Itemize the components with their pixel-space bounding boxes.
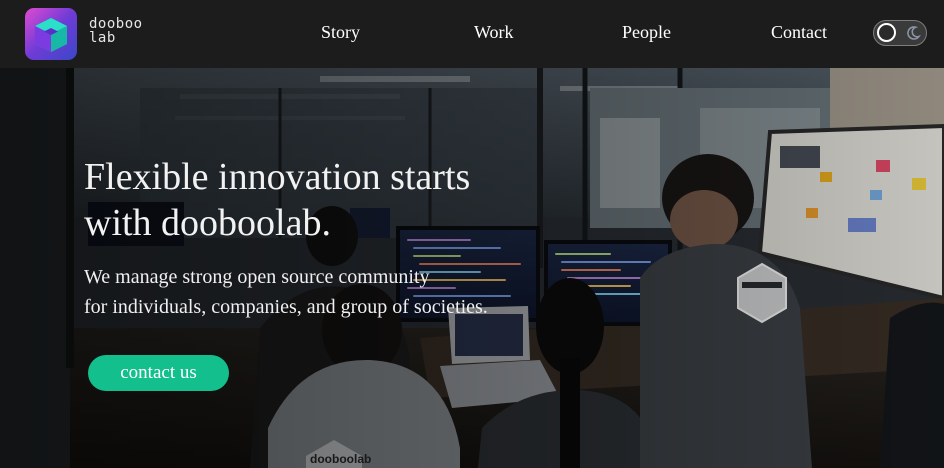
- logo-cube-icon: [25, 8, 77, 60]
- hero-heading: Flexible innovation starts with dooboola…: [84, 154, 604, 246]
- hero-heading-line2: with dooboolab.: [84, 202, 331, 244]
- hero-section: dooboolab Flexible innovation starts wit…: [0, 68, 944, 468]
- brand-logo[interactable]: dooboo lab: [25, 8, 155, 60]
- hero-subtitle-line1: We manage strong open source community: [84, 266, 430, 288]
- hero-subtitle: We manage strong open source community f…: [84, 262, 604, 322]
- hero-heading-line1: Flexible innovation starts: [84, 156, 471, 198]
- nav-work-link[interactable]: Work: [474, 20, 514, 44]
- contact-us-button[interactable]: contact us: [88, 355, 229, 391]
- brand-wordmark: dooboo lab: [89, 17, 143, 45]
- brand-name-line2: lab: [89, 30, 116, 46]
- nav-people-link[interactable]: People: [622, 20, 671, 44]
- top-navbar: dooboo lab Story Work People Contact: [0, 0, 944, 68]
- circle-knob-icon: [877, 23, 896, 42]
- nav-contact-link[interactable]: Contact: [771, 20, 827, 44]
- nav-story-link[interactable]: Story: [321, 20, 360, 44]
- moon-icon: [907, 26, 921, 40]
- hero-subtitle-line2: for individuals, companies, and group of…: [84, 296, 488, 318]
- theme-toggle-switch[interactable]: [873, 20, 927, 46]
- brand-name-line1: dooboo: [89, 16, 143, 32]
